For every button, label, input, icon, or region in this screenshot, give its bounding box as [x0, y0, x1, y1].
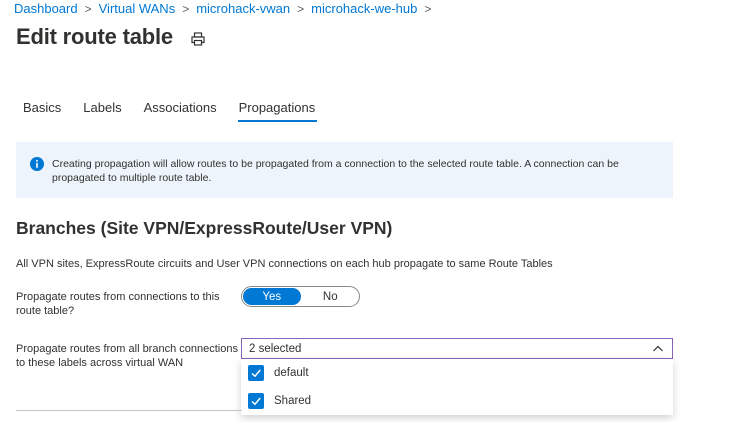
divider [16, 410, 242, 411]
labels-dropdown[interactable]: 2 selected [241, 338, 673, 359]
option-shared[interactable]: Shared [241, 387, 673, 415]
breadcrumb-virtual-wans[interactable]: Virtual WANs [99, 1, 176, 16]
title-row: Edit route table [16, 24, 206, 50]
info-text: Creating propagation will allow routes t… [52, 158, 619, 184]
breadcrumb-dashboard[interactable]: Dashboard [14, 1, 78, 16]
option-label: default [274, 367, 309, 379]
propagate-routes-label: Propagate routes from connections to thi… [16, 291, 220, 317]
tab-labels[interactable]: Labels [83, 100, 121, 122]
section-description: All VPN sites, ExpressRoute circuits and… [16, 258, 553, 270]
tab-propagations[interactable]: Propagations [237, 100, 317, 122]
checkbox-checked-icon[interactable] [248, 365, 264, 381]
tab-associations[interactable]: Associations [144, 100, 217, 122]
breadcrumb-separator: > [182, 1, 190, 16]
propagate-labels-label: Propagate routes from all branch connect… [16, 343, 238, 369]
breadcrumb: Dashboard > Virtual WANs > microhack-vwa… [14, 1, 438, 16]
breadcrumb-microhack-vwan[interactable]: microhack-vwan [196, 1, 290, 16]
breadcrumb-separator: > [424, 1, 432, 16]
page-title: Edit route table [16, 24, 173, 49]
option-label: Shared [274, 395, 312, 407]
checkbox-checked-icon[interactable] [248, 393, 264, 409]
chevron-up-icon [652, 343, 664, 355]
toggle-no[interactable]: No [302, 287, 360, 306]
info-banner: Creating propagation will allow routes t… [16, 142, 673, 198]
tab-basics[interactable]: Basics [23, 100, 61, 122]
breadcrumb-separator: > [297, 1, 305, 16]
breadcrumb-separator: > [84, 1, 92, 16]
tab-bar: Basics Labels Associations Propagations [23, 100, 337, 122]
propagate-toggle[interactable]: Yes No [241, 286, 360, 307]
labels-dropdown-value: 2 selected [249, 342, 302, 355]
info-icon [30, 157, 44, 171]
labels-dropdown-menu: default Shared [241, 359, 673, 415]
section-title: Branches (Site VPN/ExpressRoute/User VPN… [16, 218, 393, 238]
breadcrumb-microhack-we-hub[interactable]: microhack-we-hub [311, 1, 417, 16]
toggle-yes[interactable]: Yes [243, 288, 301, 305]
option-default[interactable]: default [241, 359, 673, 387]
print-icon[interactable] [190, 31, 206, 47]
